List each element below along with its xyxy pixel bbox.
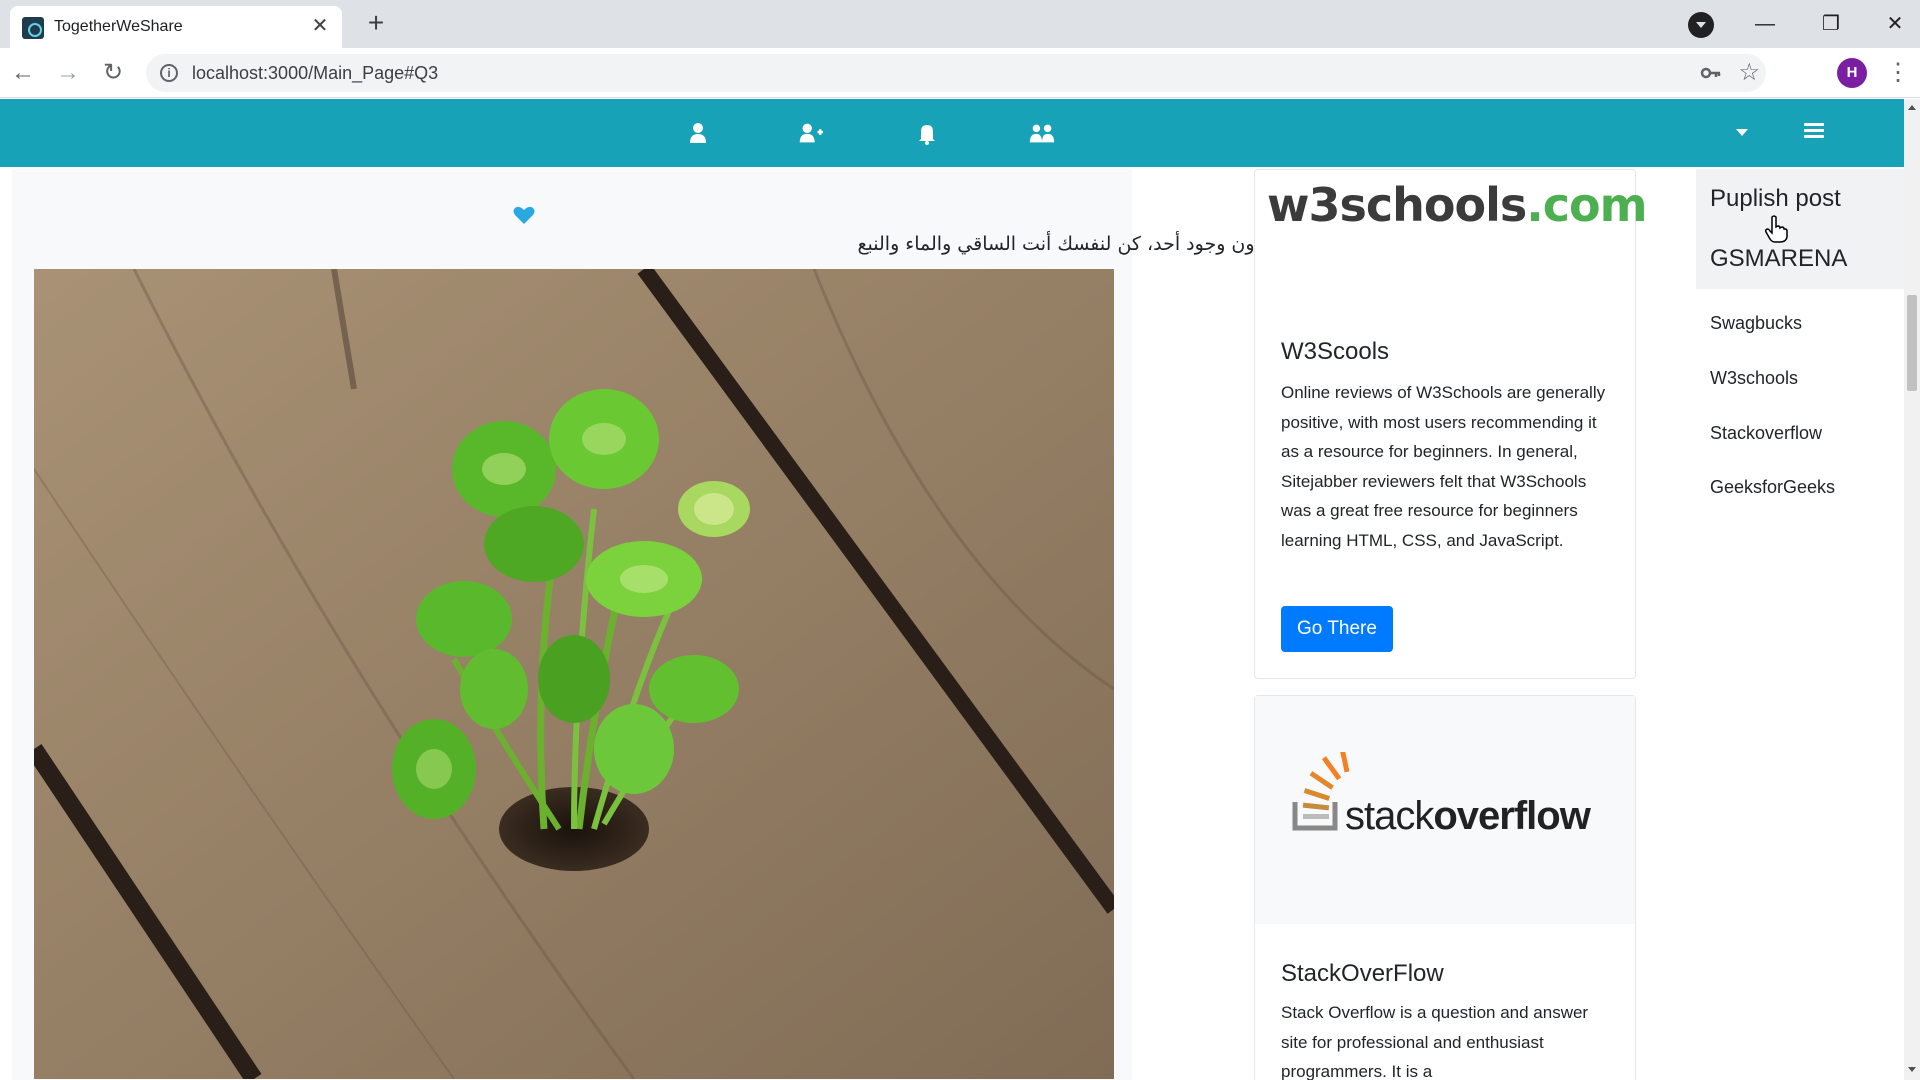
ad-description: Online reviews of W3Schools are generall… xyxy=(1281,383,1606,550)
dropdown-menu: Puplish post GSMARENA Swagbucks W3school… xyxy=(1696,169,1904,1080)
site-info-icon[interactable]: i xyxy=(160,64,178,82)
window-close-icon[interactable]: ✕ xyxy=(1875,8,1915,40)
forward-icon[interactable]: → xyxy=(52,57,84,89)
stackoverflow-icon xyxy=(1292,752,1350,831)
new-tab-icon[interactable]: + xyxy=(362,9,390,38)
bookmark-star-icon[interactable]: ☆ xyxy=(1738,58,1760,87)
browser-menu-icon[interactable]: ⋮ xyxy=(1886,58,1910,88)
menu-item-swagbucks[interactable]: Swagbucks xyxy=(1696,299,1904,347)
ad-title: W3Scools xyxy=(1281,338,1390,365)
stackoverflow-logo[interactable]: stackoverflow xyxy=(1255,696,1635,924)
blue-heart-icon xyxy=(513,206,535,224)
post-text: أزهر دون وجود أحد، كن لنفسك أنت الساقي و… xyxy=(857,233,1304,255)
page-scrollbar[interactable] xyxy=(1904,99,1920,1080)
menu-item-w3schools[interactable]: W3schools xyxy=(1696,354,1904,402)
profile-avatar[interactable]: H xyxy=(1837,58,1867,88)
menu-item-stackoverflow[interactable]: Stackoverflow xyxy=(1696,409,1904,457)
bell-icon[interactable] xyxy=(913,119,941,147)
hand-cursor-icon xyxy=(1764,215,1788,243)
page-viewport: أزهر دون وجود أحد، كن لنفسك أنت الساقي و… xyxy=(0,99,1904,1080)
logo-accent-text: .com xyxy=(1526,178,1647,232)
logo-accent-text: overflow xyxy=(1433,794,1590,838)
url-text[interactable]: localhost:3000/Main_Page#Q3 xyxy=(192,63,438,84)
users-icon[interactable] xyxy=(1028,119,1056,147)
restore-icon[interactable]: ❐ xyxy=(1811,8,1851,40)
user-plus-icon[interactable] xyxy=(796,119,824,147)
address-bar[interactable]: i localhost:3000/Main_Page#Q3 ☆ xyxy=(146,54,1766,92)
key-icon[interactable] xyxy=(1700,62,1722,84)
top-navbar xyxy=(0,99,1904,167)
menu-item-gsmarena[interactable]: GSMARENA xyxy=(1696,229,1904,289)
logo-main-text: w3schools xyxy=(1267,178,1527,232)
close-tab-icon[interactable]: ✕ xyxy=(308,14,332,38)
reload-icon[interactable]: ↻ xyxy=(97,57,129,89)
user-icon[interactable] xyxy=(684,119,712,147)
caret-down-icon[interactable] xyxy=(1736,129,1748,136)
menu-item-geeksforgeeks[interactable]: GeeksforGeeks xyxy=(1696,463,1904,511)
hamburger-menu-icon[interactable] xyxy=(1804,123,1824,141)
scroll-down-icon[interactable] xyxy=(1908,1067,1916,1072)
browser-tab-strip: TogetherWeShare ✕ + — ❐ ✕ xyxy=(0,0,1920,48)
tab-search-icon[interactable] xyxy=(1688,12,1714,38)
browser-tab[interactable]: TogetherWeShare ✕ xyxy=(10,6,342,48)
logo-main-text: stack xyxy=(1345,794,1434,838)
tab-title: TogetherWeShare xyxy=(54,18,183,35)
ad-title: StackOverFlow xyxy=(1281,960,1444,987)
scroll-thumb[interactable] xyxy=(1907,295,1917,391)
ad-card-stackoverflow: stackoverflow StackOverFlow Stack Overfl… xyxy=(1254,695,1636,1080)
browser-toolbar: ← → ↻ i localhost:3000/Main_Page#Q3 ☆ H … xyxy=(0,48,1920,98)
back-icon[interactable]: ← xyxy=(7,57,39,89)
w3schools-logo[interactable]: w3schools.com xyxy=(1255,170,1648,290)
ad-description: Stack Overflow is a question and answer … xyxy=(1281,1003,1589,1080)
ad-card-w3schools: w3schools.com W3Scools Online reviews of… xyxy=(1254,169,1648,679)
scroll-up-icon[interactable] xyxy=(1908,105,1916,110)
menu-item-publish-post[interactable]: Puplish post xyxy=(1696,169,1904,229)
minimize-icon[interactable]: — xyxy=(1745,8,1785,40)
go-there-button[interactable]: Go There xyxy=(1281,606,1393,652)
post-image[interactable] xyxy=(34,269,1114,1079)
site-favicon-icon xyxy=(22,17,44,39)
